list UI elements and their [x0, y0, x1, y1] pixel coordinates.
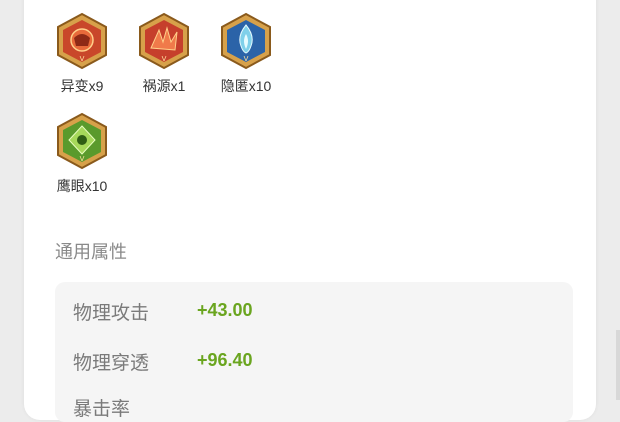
attribute-name: 物理攻击 — [73, 303, 150, 324]
svg-text:V: V — [80, 155, 85, 163]
red-mask-rune-icon: V — [57, 12, 107, 70]
svg-text:V: V — [244, 55, 249, 63]
blue-flame-rune-icon: V — [221, 12, 271, 70]
rune-item-2[interactable]: V 祸源x1 — [122, 12, 206, 96]
svg-text:V: V — [80, 55, 85, 63]
rune-label: 祸源x1 — [142, 78, 186, 94]
attribute-value: +43.00 — [197, 300, 253, 320]
rune-item-3[interactable]: V 隐匿x10 — [204, 12, 288, 96]
section-title: 通用属性 — [55, 242, 127, 262]
svg-text:V: V — [162, 55, 167, 63]
red-claw-rune-icon: V — [139, 12, 189, 70]
rune-label: 隐匿x10 — [220, 78, 272, 94]
scroll-indicator[interactable] — [616, 330, 620, 400]
green-eye-rune-icon: V — [57, 112, 107, 170]
rune-label: 鹰眼x10 — [56, 178, 108, 194]
attributes-panel: 物理攻击 +43.00 物理穿透 +96.40 暴击率 — [55, 282, 573, 422]
attribute-value: +96.40 — [197, 350, 253, 370]
rune-item-4[interactable]: V 鹰眼x10 — [40, 112, 124, 196]
rune-item-1[interactable]: V 异变x9 — [40, 12, 124, 96]
attribute-name: 物理穿透 — [73, 353, 150, 374]
attribute-name: 暴击率 — [73, 399, 131, 420]
rune-label: 异变x9 — [60, 78, 104, 94]
